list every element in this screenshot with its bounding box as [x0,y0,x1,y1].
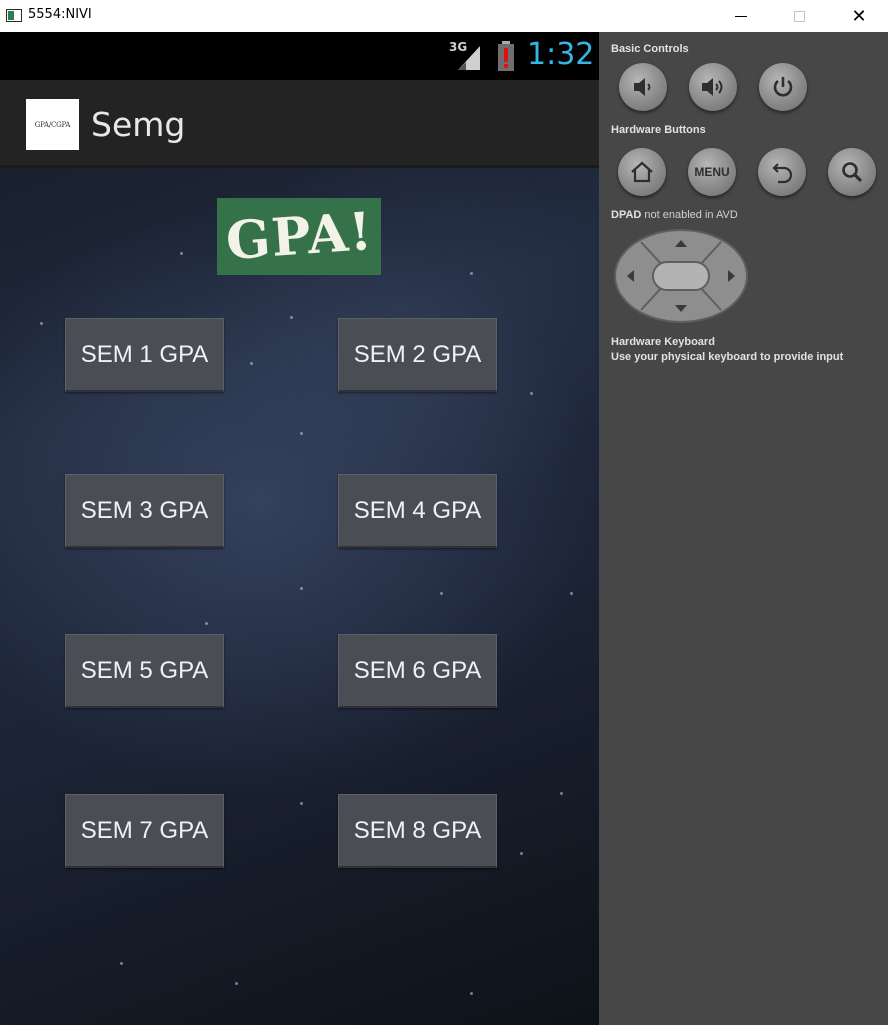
dpad-note: not enabled in AVD [644,209,738,221]
basic-controls-label: Basic Controls [611,43,689,55]
background-star [290,316,293,319]
emulator-app-icon [6,9,22,22]
maximize-icon[interactable] [770,0,828,32]
menu-button[interactable]: MENU [688,148,736,196]
volume-down-icon[interactable] [619,63,667,111]
minimize-icon[interactable] [712,0,770,32]
background-star [470,992,473,995]
app-logo-text: GPA/CGPA [34,120,71,129]
sem-5-gpa-button[interactable]: SEM 5 GPA [65,634,224,708]
status-bar: 3G 1:32 [0,32,599,80]
hardware-keyboard-title: Hardware Keyboard [611,336,715,348]
background-star [205,622,208,625]
background-star [570,592,573,595]
battery-alert-icon [498,41,514,71]
sem-7-gpa-button[interactable]: SEM 7 GPA [65,794,224,868]
sem-4-gpa-button[interactable]: SEM 4 GPA [338,474,497,548]
background-star [235,982,238,985]
volume-up-icon[interactable] [689,63,737,111]
gpa-banner-text: GPA! [223,200,375,273]
app-logo[interactable]: GPA/CGPA [26,99,79,150]
sem-1-gpa-button[interactable]: SEM 1 GPA [65,318,224,392]
gpa-banner-image: GPA! [217,198,381,275]
sem-6-gpa-button[interactable]: SEM 6 GPA [338,634,497,708]
app-title: Semg [91,105,186,144]
sem-3-gpa-button[interactable]: SEM 3 GPA [65,474,224,548]
background-star [440,592,443,595]
power-icon[interactable] [759,63,807,111]
back-icon[interactable] [758,148,806,196]
background-star [120,962,123,965]
background-star [470,272,473,275]
window-title: 5554:NIVI [28,7,92,22]
sem-2-gpa-button[interactable]: SEM 2 GPA [338,318,497,392]
signal-icon [458,46,480,70]
search-icon[interactable] [828,148,876,196]
background-star [300,587,303,590]
sem-8-gpa-button[interactable]: SEM 8 GPA [338,794,497,868]
status-clock: 1:32 [527,37,595,72]
close-icon[interactable]: ✕ [830,0,888,32]
background-star [300,432,303,435]
background-star [560,792,563,795]
background-star [250,362,253,365]
hardware-keyboard-label: Hardware Keyboard Use your physical keyb… [611,335,843,365]
hardware-buttons-label: Hardware Buttons [611,124,706,136]
menu-button-label: MENU [694,165,730,179]
emulator-control-panel: Basic Controls Hardware Buttons MENU DPA… [599,32,888,1025]
home-icon[interactable] [618,148,666,196]
dpad-label: DPAD not enabled in AVD [611,209,738,221]
dpad-control[interactable] [613,228,749,324]
action-bar: GPA/CGPA Semg [0,80,599,168]
phone-screen: 3G 1:32 GPA/CGPA Semg GPA! SEM 1 GPA SEM… [0,32,599,1025]
window-titlebar: 5554:NIVI ✕ [0,0,888,32]
dpad-label-text: DPAD [611,209,642,221]
background-star [40,322,43,325]
hardware-keyboard-note: Use your physical keyboard to provide in… [611,351,844,363]
background-star [300,802,303,805]
background-star [180,252,183,255]
background-star [520,852,523,855]
background-star [530,392,533,395]
